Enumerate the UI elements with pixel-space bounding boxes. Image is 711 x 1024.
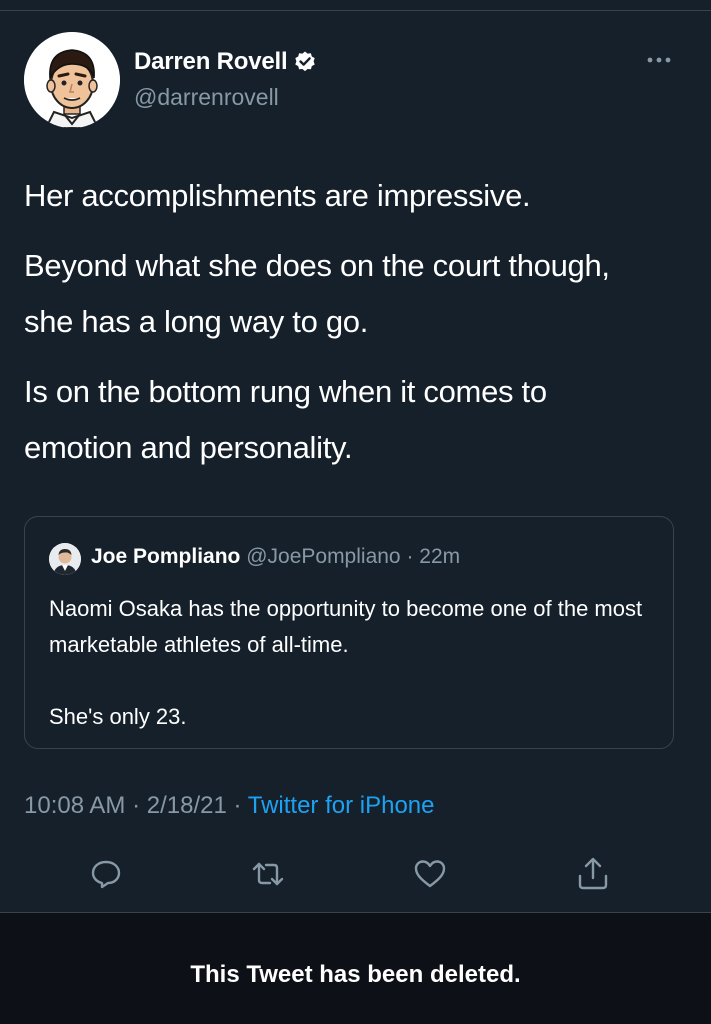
share-icon[interactable] bbox=[575, 856, 611, 892]
deleted-notice-text: This Tweet has been deleted. bbox=[190, 961, 521, 988]
quoted-tweet-body: Naomi Osaka has the opportunity to becom… bbox=[49, 591, 659, 735]
quoted-tweet-card[interactable]: Joe Pompliano @JoePompliano · 22m Naomi … bbox=[24, 516, 674, 749]
separator-dot: · bbox=[233, 792, 242, 819]
separator-dot: · bbox=[406, 545, 414, 568]
more-options-icon[interactable] bbox=[646, 54, 672, 66]
author-avatar[interactable] bbox=[24, 32, 120, 128]
quoted-tweet-header: Joe Pompliano @JoePompliano · 22m bbox=[91, 545, 460, 569]
quoted-author-avatar bbox=[49, 543, 81, 575]
tweet-paragraph: Her accomplishments are impressive. bbox=[24, 178, 531, 213]
tweet-time[interactable]: 10:08 AM bbox=[24, 792, 125, 819]
verified-badge-icon bbox=[295, 51, 316, 72]
quoted-tweet-line: Naomi Osaka has the opportunity to becom… bbox=[49, 596, 643, 657]
retweet-icon[interactable] bbox=[250, 856, 286, 892]
author-handle[interactable]: @darrenrovell bbox=[134, 84, 279, 111]
quoted-author-name[interactable]: Joe Pompliano bbox=[91, 545, 240, 568]
tweet-meta: 10:08 AM · 2/18/21 · Twitter for iPhone bbox=[24, 792, 434, 820]
tweet-paragraph: Is on the bottom rung when it comes to e… bbox=[24, 374, 547, 465]
cartoon-man-avatar-icon bbox=[24, 32, 120, 128]
top-divider bbox=[0, 10, 711, 11]
tweet-actions-bar bbox=[0, 856, 711, 896]
quoted-tweet-time[interactable]: 22m bbox=[419, 545, 460, 568]
tweet-paragraph: Beyond what she does on the court though… bbox=[24, 248, 610, 339]
separator-dot: · bbox=[132, 792, 141, 819]
quoted-tweet-line: She's only 23. bbox=[49, 704, 187, 729]
tweet-text: Her accomplishments are impressive. Beyo… bbox=[24, 168, 674, 490]
author-display-name[interactable]: Darren Rovell bbox=[134, 48, 288, 76]
tweet-source-link[interactable]: Twitter for iPhone bbox=[248, 792, 435, 819]
reply-icon[interactable] bbox=[88, 856, 124, 892]
deleted-notice-bar: This Tweet has been deleted. bbox=[0, 912, 711, 1024]
heart-icon[interactable] bbox=[412, 856, 448, 892]
author-name-row: Darren Rovell bbox=[134, 48, 317, 76]
tweet-date[interactable]: 2/18/21 bbox=[147, 792, 227, 819]
quoted-author-handle[interactable]: @JoePompliano bbox=[246, 545, 400, 568]
man-in-suit-avatar-icon bbox=[49, 543, 81, 575]
